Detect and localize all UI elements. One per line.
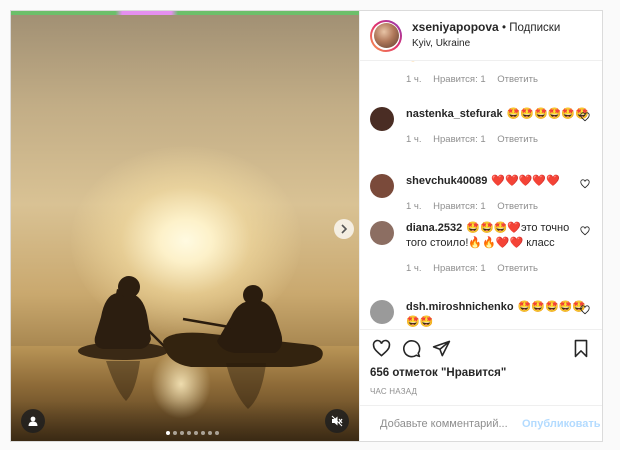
like-comment-heart-icon[interactable] [580, 112, 590, 122]
heart-icon [372, 339, 390, 357]
commenter-username[interactable]: diana.2532 [406, 222, 462, 234]
carousel-dot [215, 431, 219, 435]
chevron-right-icon [341, 224, 348, 234]
comment-likes[interactable]: Нравится: 1 [433, 134, 485, 145]
paddleboard-silhouettes [78, 276, 323, 409]
comment-time[interactable]: 1 ч. [406, 201, 422, 212]
speaker-muted-icon [331, 415, 343, 427]
post-location[interactable]: Kyiv, Ukraine [412, 36, 560, 51]
carousel-dot [208, 431, 212, 435]
like-button[interactable] [370, 338, 392, 360]
comment-bubble-icon [402, 340, 420, 358]
carousel-indicator [166, 431, 219, 435]
comment-input[interactable] [380, 417, 522, 430]
commenter-username[interactable]: dsh.miroshnichenko [406, 301, 514, 313]
reply-button[interactable]: Ответить [497, 134, 538, 145]
carousel-dot [180, 431, 184, 435]
commenter-username[interactable]: shevchuk40089 [406, 175, 487, 187]
commenter-avatar[interactable] [370, 221, 394, 245]
comment-item: diana.2532 🤩🤩🤩❤️это точно того стоило!🔥🔥❤… [370, 221, 592, 276]
right-person-head [243, 285, 263, 305]
commenter-avatar[interactable] [370, 174, 394, 198]
comment-text: ❤️❤️❤️❤️❤️ [491, 175, 560, 187]
comment-button[interactable] [400, 338, 422, 360]
left-person [94, 293, 151, 349]
paper-plane-icon [432, 340, 450, 357]
reply-button[interactable]: Ответить [497, 74, 538, 85]
post-photo[interactable] [11, 11, 359, 441]
comment-item: nastenka_stefurak 🤩🤩🤩🤩🤩🤩 1 ч. Нравится: 1… [370, 107, 592, 147]
post-time[interactable]: час назад [360, 383, 602, 405]
comment-item: dsh.miroshnichenko 🤩🤩🤩🤩🤩🤩🤩 [370, 300, 592, 329]
comment-likes[interactable]: Нравится: 1 [433, 74, 485, 85]
comment-item: shevchuk40089 ❤️❤️❤️❤️❤️ 1 ч. Нравится: 1… [370, 174, 592, 214]
save-button[interactable] [570, 338, 592, 360]
user-icon [28, 416, 38, 426]
comment-text: 🤩🤩🤩🤩🤩🤩 [506, 108, 589, 120]
likes-count[interactable]: 656 отметок "Нравится" [360, 367, 602, 383]
carousel-dot [187, 431, 191, 435]
carousel-dot [173, 431, 177, 435]
carousel-dot [166, 431, 170, 435]
commenter-avatar[interactable] [370, 107, 394, 131]
add-comment-section: Опубликовать [360, 405, 602, 441]
reply-button[interactable]: Ответить [497, 263, 538, 274]
comment-likes[interactable]: Нравится: 1 [433, 263, 485, 274]
author-avatar[interactable] [370, 19, 402, 52]
commenter-avatar[interactable] [370, 300, 394, 324]
reply-button[interactable]: Ответить [497, 201, 538, 212]
commenter-username[interactable]: nastenka_stefurak [406, 108, 503, 120]
post-side-panel: xseniyapopova • Подписки Kyiv, Ukraine 🔥… [359, 11, 602, 441]
comment-time[interactable]: 1 ч. [406, 74, 422, 85]
carousel-dot [201, 431, 205, 435]
comment-likes[interactable]: Нравится: 1 [433, 201, 485, 212]
next-photo-button[interactable] [334, 219, 354, 239]
carousel-dot [194, 431, 198, 435]
post-header: xseniyapopova • Подписки Kyiv, Ukraine [360, 11, 602, 61]
comment-text: 🔥😍😍😍 [406, 61, 461, 62]
like-comment-heart-icon[interactable] [580, 305, 590, 315]
comment-item: 🔥😍😍😍 1 ч. Нравится: 1 Ответить [370, 61, 592, 87]
like-comment-heart-icon[interactable] [580, 179, 590, 189]
tagged-users-button[interactable] [21, 409, 45, 433]
comment-time[interactable]: 1 ч. [406, 134, 422, 145]
instagram-post-modal: xseniyapopova • Подписки Kyiv, Ukraine 🔥… [10, 10, 603, 442]
profile-avatar-image [373, 23, 399, 48]
publish-button[interactable]: Опубликовать [522, 418, 601, 430]
author-username[interactable]: xseniyapopova [412, 20, 499, 34]
post-actions-bar [360, 329, 602, 367]
comments-list: 🔥😍😍😍 1 ч. Нравится: 1 Ответить nastenka_… [360, 61, 602, 329]
follow-status[interactable]: • Подписки [502, 22, 560, 34]
like-comment-heart-icon[interactable] [580, 226, 590, 236]
mute-button[interactable] [325, 409, 349, 433]
comment-time[interactable]: 1 ч. [406, 263, 422, 274]
bookmark-icon [574, 339, 588, 358]
share-button[interactable] [430, 338, 452, 360]
